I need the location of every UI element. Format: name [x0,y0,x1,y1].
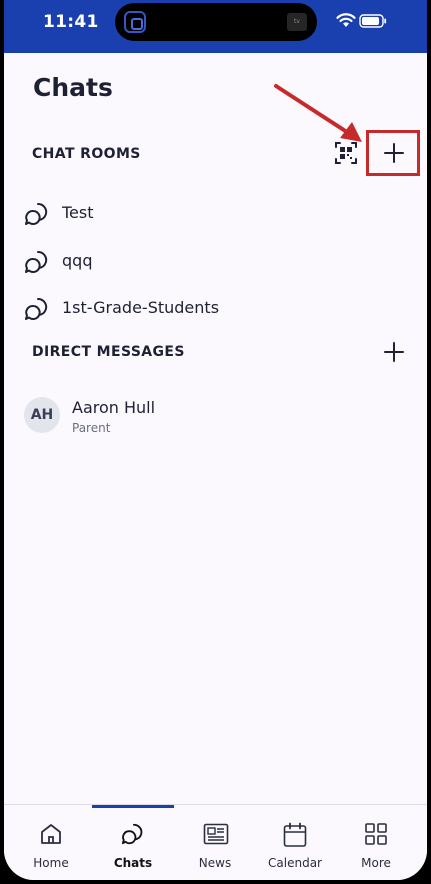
contact-name: Aaron Hull [72,398,156,417]
status-bar: 11:41 tv [4,0,427,53]
contact-role: Parent [72,421,111,435]
tab-more[interactable]: More [336,805,416,880]
phone-screen: 11:41 tv Chats CHAT ROOMS Test qqq 1st-G… [4,0,427,880]
avatar: AH [24,397,60,433]
chat-bubble-icon [25,250,48,273]
annotation-highlight-box [366,130,420,176]
chat-room-label: Test [62,203,94,222]
tab-home[interactable]: Home [11,805,91,880]
tab-label: Chats [113,856,153,870]
tab-label: Home [33,856,69,870]
chat-room-item-test[interactable]: Test [24,198,404,228]
chat-bubble-icon [25,202,48,225]
tab-label: More [361,856,391,870]
island-tv-icon: tv [287,13,307,31]
chat-room-item-qqq[interactable]: qqq [24,246,404,276]
direct-messages-header: DIRECT MESSAGES [32,344,185,360]
tab-calendar[interactable]: Calendar [255,805,335,880]
chat-room-label: qqq [62,251,93,270]
calendar-icon [283,822,307,847]
chat-room-item-1st-grade-students[interactable]: 1st-Grade-Students [24,293,404,323]
newspaper-icon [203,823,229,845]
tab-label: News [198,856,232,870]
direct-message-item-aaron-hull[interactable]: AH Aaron Hull Parent [24,393,404,441]
chat-bubble-icon [25,297,48,320]
tab-chats[interactable]: Chats [93,805,173,880]
tab-news[interactable]: News [175,805,255,880]
add-direct-message-button[interactable] [382,340,406,364]
home-icon [41,824,61,844]
battery-icon [359,14,387,28]
qr-scan-button[interactable] [334,140,358,166]
chat-bubble-icon [121,823,143,845]
chat-rooms-header: CHAT ROOMS [32,146,141,162]
tab-bar: Home Chats News Calendar More [4,804,427,880]
tab-label: Calendar [268,856,322,870]
chat-room-label: 1st-Grade-Students [62,298,220,317]
status-time: 11:41 [43,12,99,32]
grid-icon [365,823,387,845]
dynamic-island: tv [115,3,317,41]
island-app-icon [124,11,146,33]
wifi-icon [336,13,356,27]
page-title: Chats [33,73,113,102]
